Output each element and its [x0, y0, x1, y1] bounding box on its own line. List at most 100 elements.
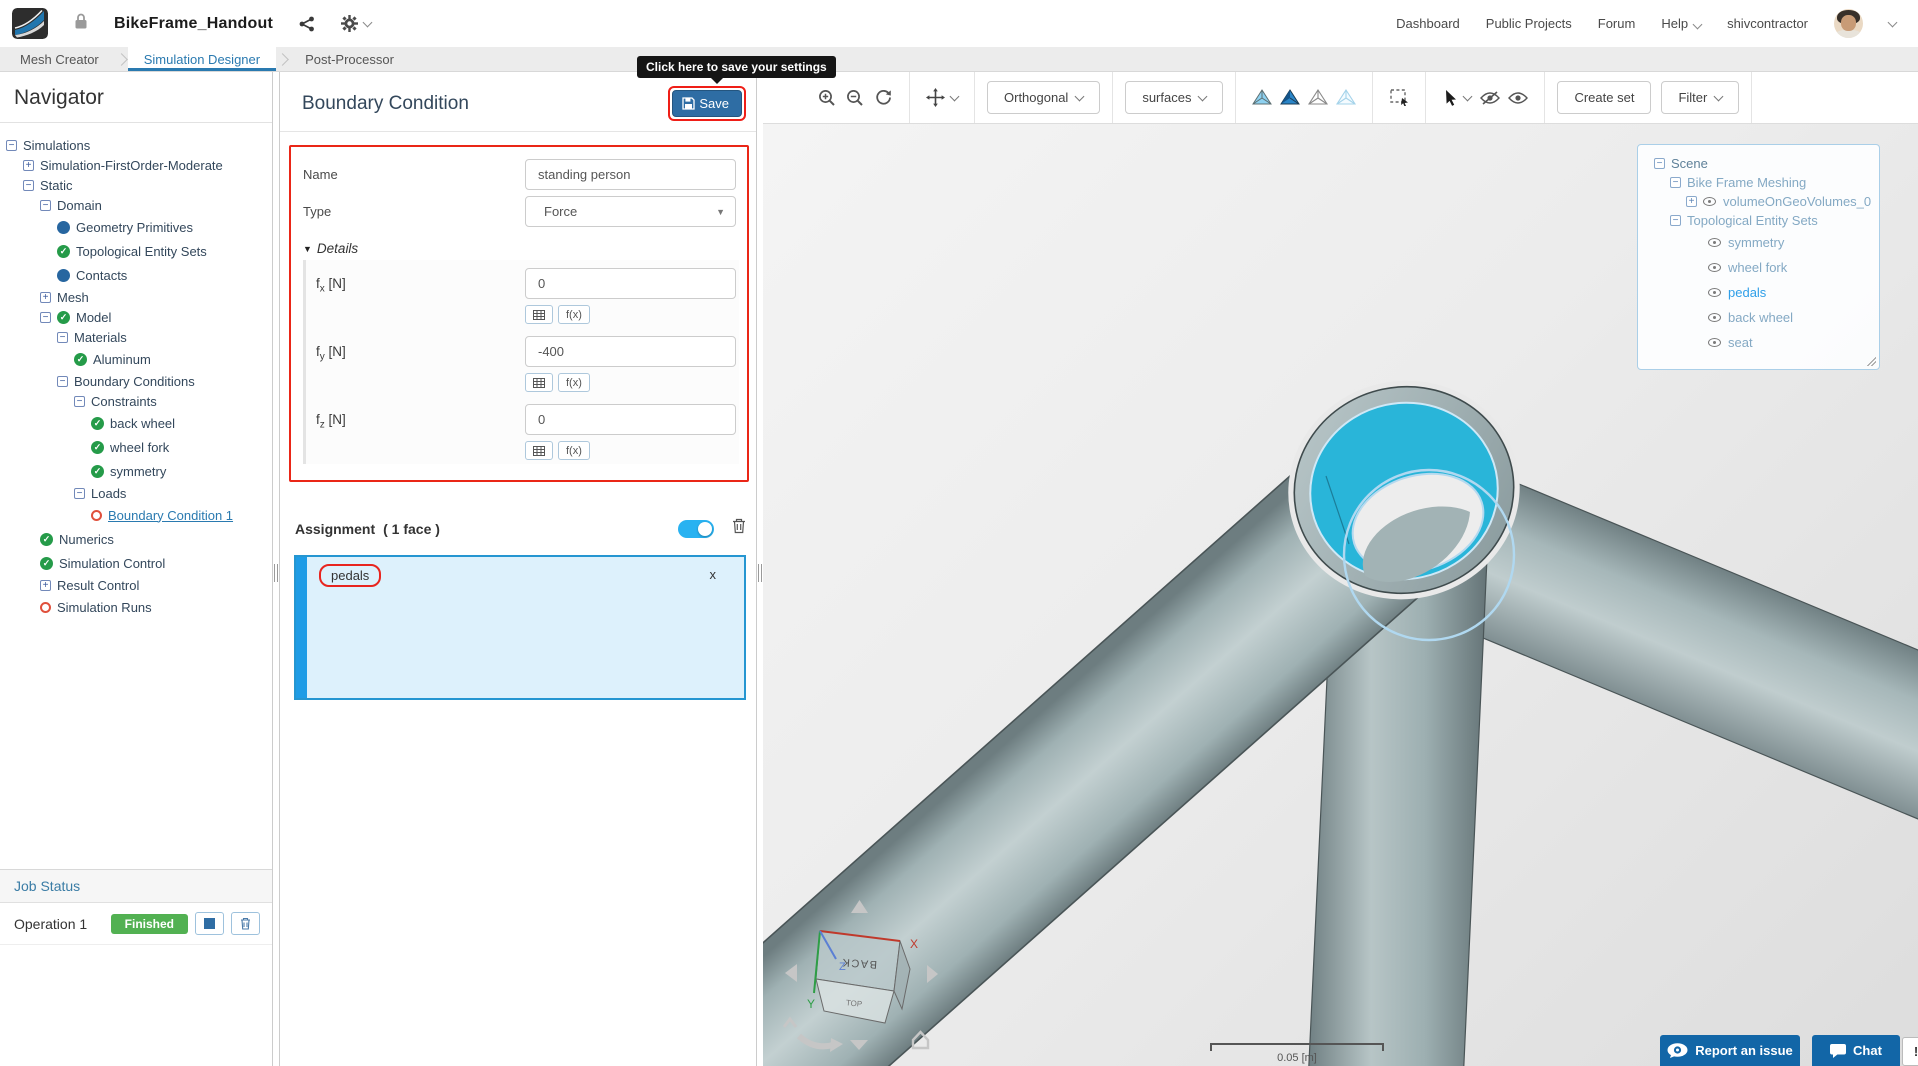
nav-help[interactable]: Help [1661, 16, 1703, 31]
resize-grip[interactable] [274, 564, 278, 582]
nav-item-simulation-control[interactable]: Simulation Control [40, 551, 268, 575]
visibility-eye-icon[interactable] [1708, 288, 1721, 297]
assignment-box-content[interactable]: pedals x [307, 557, 744, 698]
report-issue-button[interactable]: Report an issue [1660, 1035, 1800, 1066]
orientation-cube[interactable]: BACK TOP X Y Z [807, 930, 918, 1024]
scene-item-back-wheel[interactable]: back wheel [1708, 305, 1871, 330]
nav-item-simulation-runs[interactable]: Simulation Runs [40, 595, 268, 619]
fx-input[interactable] [525, 268, 736, 299]
rotate-left-arrow[interactable] [785, 964, 797, 982]
render-mode-select-button[interactable]: surfaces [1125, 81, 1224, 114]
nav-item-constraints[interactable]: Constraints [74, 391, 268, 411]
pedals-chip-annotation[interactable]: pedals [319, 564, 382, 587]
pan-up-arrow[interactable] [782, 1016, 798, 1028]
collapse-icon[interactable] [57, 375, 68, 387]
filter-button[interactable]: Filter [1661, 81, 1740, 114]
nav-item-contacts[interactable]: Contacts [57, 263, 268, 287]
nav-item-boundary-conditions[interactable]: Boundary Conditions [57, 371, 268, 391]
formula-input-button[interactable]: f(x) [558, 305, 590, 324]
nav-item-result-control[interactable]: Result Control [40, 575, 268, 595]
save-button[interactable]: Save [672, 90, 742, 117]
box-select-button[interactable] [1385, 83, 1413, 113]
collapse-icon[interactable] [6, 139, 17, 151]
show-faces-button[interactable] [1276, 83, 1304, 113]
scene-item-bike-frame-meshing[interactable]: Bike Frame Meshing [1670, 173, 1871, 192]
visibility-eye-icon[interactable] [1708, 263, 1721, 272]
nav-item-symmetry[interactable]: symmetry [91, 459, 268, 483]
formula-input-button[interactable]: f(x) [558, 441, 590, 460]
stop-operation-button[interactable] [195, 912, 224, 935]
collapse-icon[interactable] [74, 395, 85, 407]
type-select[interactable]: Force ▼ [525, 196, 736, 227]
nav-item-numerics[interactable]: Numerics [40, 527, 268, 551]
fz-input[interactable] [525, 404, 736, 435]
select-mode-button[interactable] [1438, 83, 1476, 113]
show-edges-button[interactable] [1304, 83, 1332, 113]
collapse-icon[interactable] [1670, 177, 1681, 188]
zoom-out-button[interactable] [841, 83, 869, 113]
visibility-eye-icon[interactable] [1708, 238, 1721, 247]
nav-item-simulation-firstorder-moderate[interactable]: Simulation-FirstOrder-Moderate [23, 155, 268, 175]
chat-button[interactable]: Chat [1812, 1035, 1900, 1066]
delete-operation-button[interactable] [231, 912, 260, 935]
expand-icon[interactable] [1686, 196, 1697, 207]
nav-item-model[interactable]: Model [40, 307, 268, 327]
nav-username[interactable]: shivcontractor [1727, 16, 1808, 31]
tab-post-processor[interactable]: Post-Processor [289, 47, 410, 71]
collapse-icon[interactable] [40, 311, 51, 323]
fy-input[interactable] [525, 336, 736, 367]
nav-item-wheel-fork[interactable]: wheel fork [91, 435, 268, 459]
visibility-eye-icon[interactable] [1708, 313, 1721, 322]
zoom-in-button[interactable] [813, 83, 841, 113]
alert-button[interactable]: ! [1902, 1037, 1918, 1066]
table-input-button[interactable] [525, 441, 553, 460]
nav-item-domain[interactable]: Domain [40, 195, 268, 215]
nav-item-boundary-condition-1[interactable]: Boundary Condition 1 [91, 503, 268, 527]
scene-item-pedals[interactable]: pedals [1708, 280, 1871, 305]
nav-item-mesh[interactable]: Mesh [40, 287, 268, 307]
collapse-icon[interactable] [57, 331, 68, 343]
create-set-button[interactable]: Create set [1557, 81, 1652, 114]
show-nodes-button[interactable] [1332, 83, 1360, 113]
nav-public-projects[interactable]: Public Projects [1486, 16, 1572, 31]
scene-item-volumeongeovolumes[interactable]: volumeOnGeoVolumes_0 [1686, 192, 1871, 211]
avatar[interactable] [1834, 9, 1863, 38]
chevron-down-icon[interactable] [1887, 17, 1898, 27]
show-volumes-button[interactable] [1248, 83, 1276, 113]
reset-view-button[interactable] [869, 83, 897, 113]
collapse-icon[interactable] [23, 179, 34, 191]
expand-icon[interactable] [40, 291, 51, 303]
nav-item-geometry-primitives[interactable]: Geometry Primitives [57, 215, 268, 239]
nav-item-topological-entity-sets[interactable]: Topological Entity Sets [57, 239, 268, 263]
tab-simulation-designer[interactable]: Simulation Designer [127, 47, 277, 71]
name-input[interactable] [525, 159, 736, 190]
rotate-up-arrow[interactable] [851, 900, 868, 913]
expand-icon[interactable] [23, 159, 34, 171]
scene-item-seat[interactable]: seat [1708, 330, 1871, 355]
app-logo-icon[interactable] [12, 8, 48, 39]
pan-mode-button[interactable] [922, 83, 962, 113]
assignment-toggle[interactable] [678, 519, 714, 538]
scene-item-symmetry[interactable]: symmetry [1708, 230, 1871, 255]
nav-item-back-wheel[interactable]: back wheel [91, 411, 268, 435]
projection-select-button[interactable]: Orthogonal [987, 81, 1101, 114]
nav-item-simulations[interactable]: Simulations [6, 135, 268, 155]
remove-assignment-button[interactable]: x [710, 567, 717, 582]
nav-forum[interactable]: Forum [1598, 16, 1636, 31]
rotate-right-arrow[interactable] [927, 965, 938, 983]
collapse-icon[interactable] [74, 487, 85, 499]
resize-handle[interactable] [1867, 357, 1876, 366]
show-selection-button[interactable] [1504, 83, 1532, 113]
collapse-icon[interactable] [1670, 215, 1681, 226]
expand-icon[interactable] [40, 579, 51, 591]
nav-item-loads[interactable]: Loads [74, 483, 268, 503]
nav-item-materials[interactable]: Materials [57, 327, 268, 347]
scene-item-scene[interactable]: Scene [1654, 154, 1871, 173]
table-input-button[interactable] [525, 305, 553, 324]
resize-grip[interactable] [758, 564, 762, 582]
hide-selection-button[interactable] [1476, 83, 1504, 113]
table-input-button[interactable] [525, 373, 553, 392]
collapse-icon[interactable] [40, 199, 51, 211]
roll-arrow-icon[interactable] [796, 1033, 834, 1050]
home-view-icon[interactable] [911, 1030, 930, 1050]
